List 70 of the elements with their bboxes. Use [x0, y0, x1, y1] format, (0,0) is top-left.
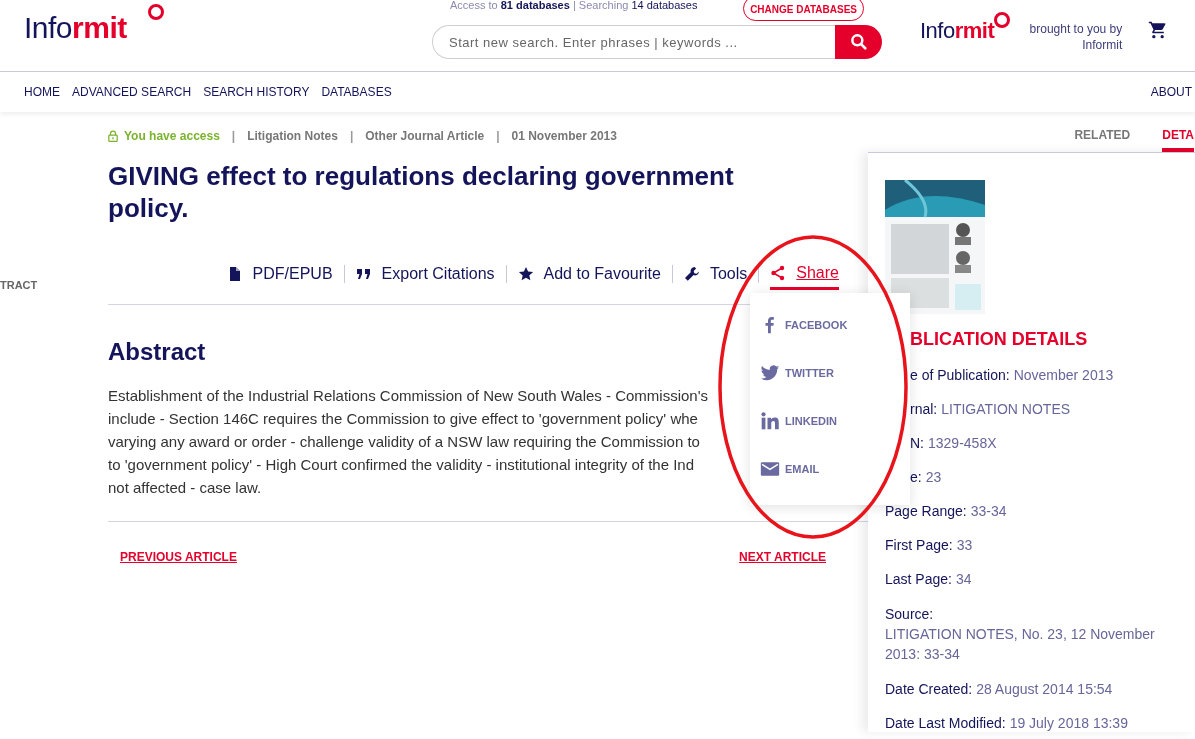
previous-article-link[interactable]: PREVIOUS ARTICLE	[120, 548, 237, 566]
share-option[interactable]: EMAIL	[760, 457, 910, 481]
nav-link[interactable]: ADVANCED SEARCH	[72, 83, 192, 101]
quote-icon	[355, 266, 372, 282]
side-tab[interactable]: TRACT	[0, 279, 38, 291]
abstract-text-line: include - Section 146C requires the Commission to give effect to 'government policy' whe	[108, 409, 698, 429]
detail-value: November 2013	[1013, 367, 1114, 383]
separator: |	[495, 128, 501, 145]
nav-link[interactable]: DATABASES	[321, 83, 392, 101]
detail-label: Date Last Modified:	[885, 715, 1006, 731]
star-icon	[517, 266, 534, 282]
informit-logo[interactable]: Informit	[920, 12, 1011, 44]
toolbar-link[interactable]: Share	[770, 258, 839, 290]
detail-value: LITIGATION NOTES	[941, 401, 1071, 417]
section-heading: Abstract	[108, 338, 206, 366]
search-button[interactable]	[835, 25, 882, 59]
abstract-text-line: to 'government policy' - High Court confirmed the validity - institutional integrity of the Ind	[108, 455, 694, 475]
article-meta: Other Journal Article	[365, 128, 485, 145]
separator: |	[348, 128, 355, 145]
panel-tab[interactable]: DETA	[1162, 122, 1194, 152]
change-databases-button[interactable]: CHANGE DATABASES	[743, 0, 864, 21]
nav-link[interactable]: ABOUT	[1150, 83, 1192, 101]
share-icon	[770, 264, 787, 281]
detail-label: Date Created:	[885, 681, 973, 697]
detail-value: 1329-458X	[928, 435, 997, 451]
detail-value: 23	[925, 469, 942, 485]
brought-to-you-text: brought to you by Informit	[1028, 21, 1123, 53]
detail-label: rnal:	[910, 401, 938, 417]
detail-value: 19 July 2018 13:39	[1009, 715, 1128, 731]
detail-label: Last Page:	[885, 571, 952, 587]
nav-link[interactable]: HOME	[24, 83, 60, 101]
separator: |	[230, 128, 237, 145]
panel-heading: BLICATION DETAILS	[909, 328, 1089, 350]
share-option[interactable]: TWITTER	[760, 361, 910, 385]
nav-link[interactable]: SEARCH HISTORY	[203, 83, 310, 101]
envelope-icon	[760, 459, 780, 479]
detail-value: LITIGATION NOTES, No. 23, 12 November 2013: 33-34	[885, 625, 1156, 664]
next-article-link[interactable]: NEXT ARTICLE	[739, 548, 826, 566]
search-icon	[848, 32, 869, 52]
access-status: You have access	[124, 128, 220, 145]
database-access-text: Access to 81 databases | Searching 14 databases	[449, 0, 698, 13]
detail-label: e:	[910, 469, 922, 485]
abstract-text-line: not affected - case law.	[108, 478, 262, 498]
detail-value: 33-34	[970, 503, 1007, 519]
wrench-icon	[683, 266, 700, 282]
detail-label: Page Range:	[885, 503, 967, 519]
informit-logo[interactable]: Informit	[24, 4, 164, 46]
detail-value: 34	[955, 571, 972, 587]
detail-label: e of Publication:	[910, 367, 1010, 383]
linkedin-icon	[760, 411, 780, 431]
share-option[interactable]: FACEBOOK	[760, 313, 910, 337]
detail-label: Source:	[885, 605, 935, 624]
lock-icon	[108, 130, 118, 142]
abstract-text-line: varying any award or order - challenge validity of a NSW law requiring the Commission to	[108, 432, 700, 452]
article-title: GIVING effect to regulations declaring government policy.	[108, 160, 735, 224]
article-meta: Litigation Notes	[247, 128, 338, 145]
toolbar-link[interactable]: Tools	[683, 258, 748, 290]
toolbar-link[interactable]: Add to Favourite	[517, 258, 661, 290]
panel-tab[interactable]: RELATED	[1074, 122, 1131, 152]
detail-value: 28 August 2014 15:54	[976, 681, 1113, 697]
detail-label: N:	[910, 435, 924, 451]
share-option[interactable]: LINKEDIN	[760, 409, 910, 433]
toolbar-link[interactable]: Export Citations	[355, 258, 495, 290]
abstract-text-line: Establishment of the Industrial Relations Commission of New South Wales - Commission's	[108, 386, 709, 406]
toolbar-link[interactable]: PDF/EPUB	[226, 258, 333, 290]
bird-icon	[760, 363, 780, 383]
detail-label: First Page:	[885, 537, 953, 553]
article-meta: 01 November 2013	[511, 128, 617, 145]
search-field[interactable]: Start new search. Enter phrases | keywords ...	[432, 25, 835, 59]
detail-value: 33	[956, 537, 973, 553]
